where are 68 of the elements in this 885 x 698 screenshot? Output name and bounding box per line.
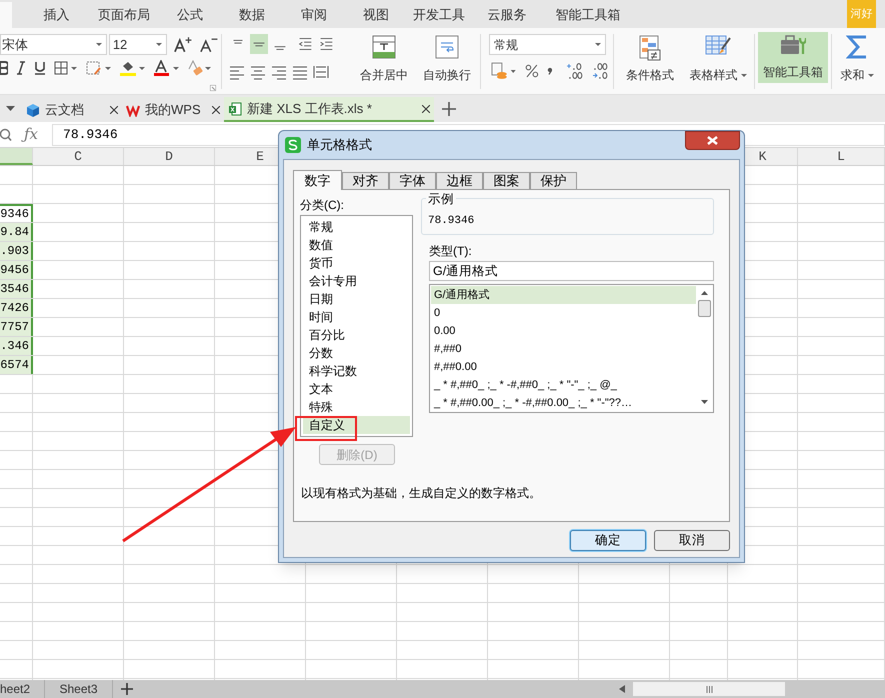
dialog-tab[interactable]: 边框 <box>436 172 483 189</box>
column-header[interactable]: L <box>798 148 885 165</box>
menu-tab[interactable]: 公式 <box>159 2 221 28</box>
menu-tab[interactable]: 开发工具 <box>407 2 471 28</box>
category-item[interactable]: 时间 <box>303 308 410 326</box>
sheet-tab[interactable]: heet2 <box>0 680 45 698</box>
table-cell[interactable]: 6574 <box>0 356 33 374</box>
wrap-text-button[interactable]: 自动换行 <box>417 33 477 86</box>
type-option[interactable]: 0 <box>431 304 696 322</box>
table-cell[interactable]: 9.84 <box>0 223 33 241</box>
description-text: 以现有格式为基础，生成自定义的数字格式。 <box>301 485 542 502</box>
category-item[interactable]: 特殊 <box>303 398 410 416</box>
type-label: 类型(T): <box>429 243 473 260</box>
category-item[interactable]: 分数 <box>303 344 410 362</box>
category-item[interactable]: 百分比 <box>303 326 410 344</box>
conditional-format-button[interactable]: 条件格式 <box>617 33 683 86</box>
category-list[interactable]: 常规 数值 货币 会计专用 日期 时间 百分比 分数 科学记数 文本 特殊 自定义 <box>300 215 413 437</box>
type-option[interactable]: 0.00 <box>431 322 696 340</box>
font-name-dropdown[interactable]: 宋体 <box>0 34 107 55</box>
dialog-button[interactable]: 取消 <box>654 530 730 551</box>
category-item[interactable]: 数值 <box>303 236 410 254</box>
menu-tab[interactable]: 视图 <box>345 2 407 28</box>
type-option[interactable]: #,##0.00 <box>431 358 696 376</box>
font-size-dropdown[interactable]: 12 <box>108 34 168 55</box>
table-cell[interactable]: .903 <box>0 242 33 260</box>
number-format-dropdown[interactable]: 常规 <box>489 34 606 55</box>
column-header[interactable]: C <box>33 148 124 165</box>
sum-button[interactable]: 求和 <box>835 33 879 86</box>
category-item[interactable]: 日期 <box>303 290 410 308</box>
category-label: 分类(C): <box>300 197 345 214</box>
table-cell[interactable]: 7757 <box>0 318 33 336</box>
dialog-tab[interactable]: 保护 <box>530 172 577 189</box>
sheet-tab[interactable]: Sheet3 <box>45 680 113 698</box>
column-header[interactable]: D <box>124 148 215 165</box>
type-input[interactable]: G/通用格式 <box>429 261 714 281</box>
category-item[interactable]: 货币 <box>303 254 410 272</box>
category-item[interactable]: 文本 <box>303 380 410 398</box>
table-cell[interactable]: 3546 <box>0 280 33 298</box>
menu-tab[interactable]: 智能工具箱 <box>543 2 633 28</box>
menu-tab[interactable]: 数据 <box>221 2 283 28</box>
dialog-tab[interactable]: 字体 <box>389 172 436 189</box>
category-item[interactable]: 自定义 <box>303 416 410 434</box>
menu-tab[interactable]: 插入 <box>24 2 89 28</box>
type-option[interactable]: #,##0 <box>431 340 696 358</box>
type-option[interactable]: G/通用格式 <box>431 286 696 304</box>
smart-toolbox-button[interactable]: 智能工具箱 <box>758 32 828 83</box>
dialog-tab[interactable]: 图案 <box>483 172 530 189</box>
menu-tab[interactable]: 页面布局 <box>89 2 159 28</box>
table-cell[interactable]: 9346 <box>0 204 33 222</box>
merge-center-button[interactable]: 合并居中 <box>351 33 417 86</box>
sample-value: 78.9346 <box>428 214 474 230</box>
type-option[interactable]: _ * #,##0.00_ ;_ * -#,##0.00_ ;_ * "-"??… <box>431 394 696 412</box>
table-cell[interactable]: .346 <box>0 337 33 355</box>
type-list[interactable]: G/通用格式 0 0.00 #,##0 #,##0.00 _ * #,##0_ ;_ * -#,##0_ ;_ * "-"_ ;_ @_ _ * #,##0.00_ ;_ * -#,##0.00_ ;_ * "-"??… <box>429 284 714 413</box>
table-cell[interactable]: 9456 <box>0 261 33 279</box>
dialog-title: 单元格格式 <box>307 136 372 154</box>
type-option[interactable]: _ * #,##0_ ;_ * -#,##0_ ;_ * "-"_ ;_ @_ <box>431 376 696 394</box>
dialog-tab[interactable]: 数字 <box>293 170 342 190</box>
dialog-tab[interactable]: 对齐 <box>342 172 389 189</box>
table-style-button[interactable]: 表格样式 <box>685 33 751 86</box>
menu-tab[interactable]: 云服务 <box>471 2 543 28</box>
dialog-button[interactable]: 确定 <box>570 530 646 551</box>
menu-tab[interactable]: 审阅 <box>283 2 345 28</box>
table-cell[interactable]: 7426 <box>0 299 33 317</box>
document-tab[interactable]: 新建 XLS 工作表.xls * <box>224 97 434 122</box>
category-item[interactable]: 会计专用 <box>303 272 410 290</box>
category-item[interactable]: 常规 <box>303 218 410 236</box>
category-item[interactable]: 科学记数 <box>303 362 410 380</box>
